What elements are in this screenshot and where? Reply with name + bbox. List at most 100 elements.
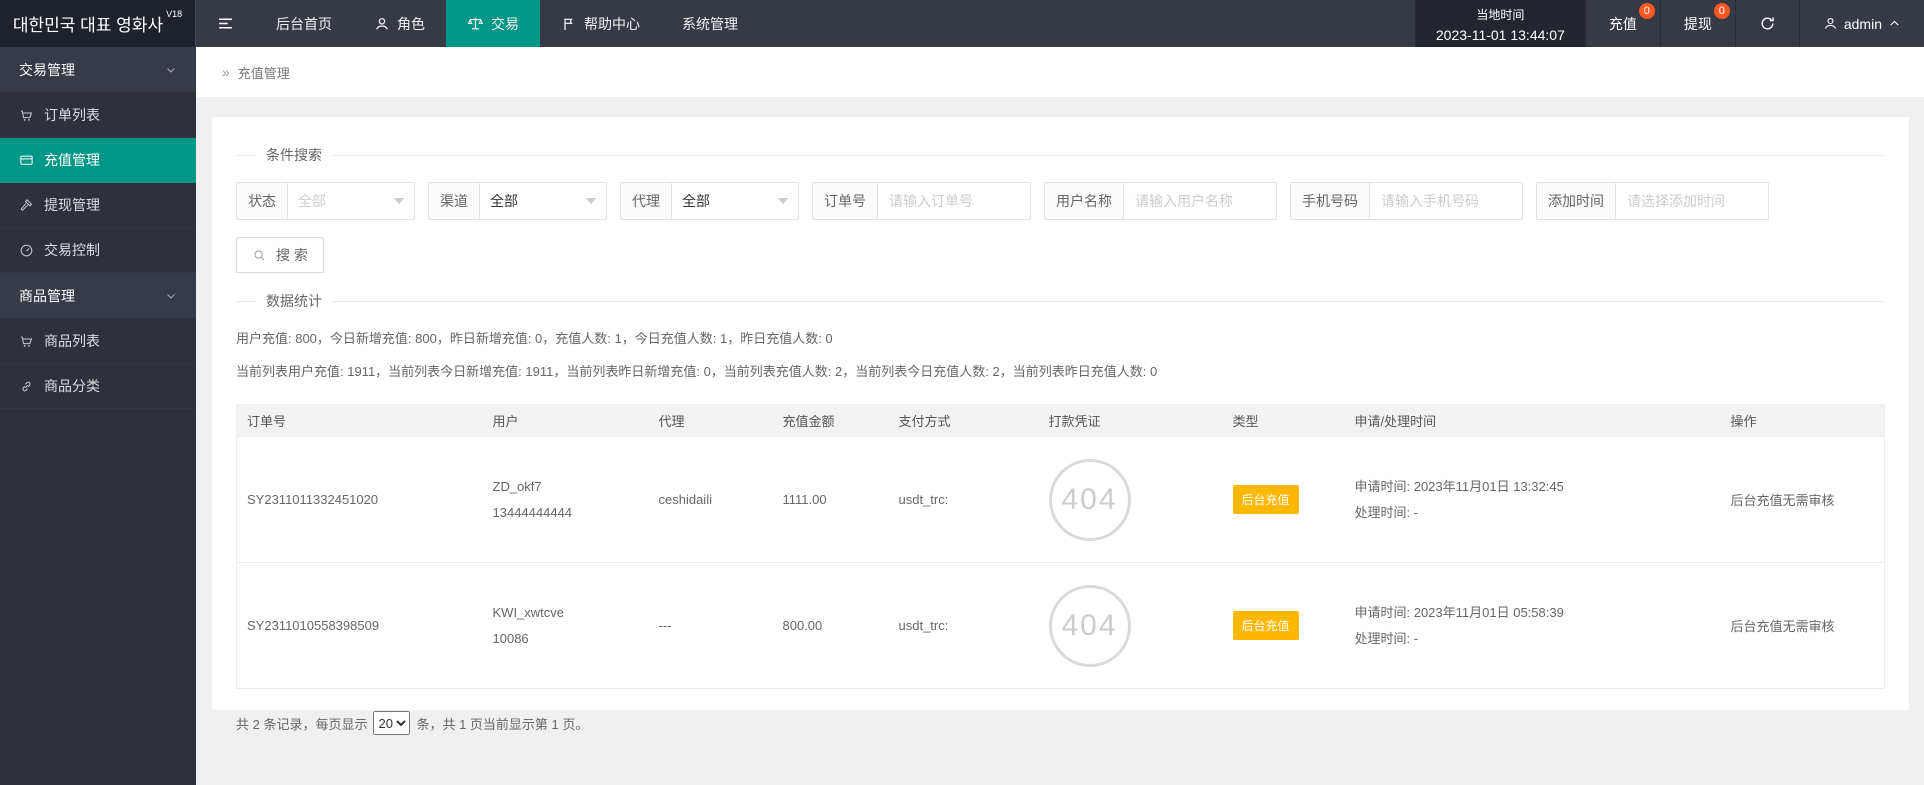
search-fieldset: 条件搜索 xyxy=(236,145,1885,165)
status-select-value: 全部 xyxy=(298,191,326,211)
admin-user-menu[interactable]: admin xyxy=(1799,0,1924,47)
agent-select[interactable]: 全部 xyxy=(672,183,798,219)
apply-time: 申请时间: 2023年11月01日 05:58:39 xyxy=(1355,600,1711,626)
caret-down-icon xyxy=(586,198,596,204)
username-input[interactable] xyxy=(1124,183,1276,219)
sidebar-item-label: 商品列表 xyxy=(44,331,100,351)
col-header-agent: 代理 xyxy=(649,405,773,437)
add-time-label: 添加时间 xyxy=(1537,183,1616,219)
refresh-icon xyxy=(1759,15,1776,32)
process-time: 处理时间: - xyxy=(1355,626,1711,652)
col-header-pay-method: 支付方式 xyxy=(889,405,1039,437)
gauge-icon xyxy=(19,243,34,258)
recharge-card: 条件搜索 状态 全部 渠道 全部 xyxy=(212,117,1909,710)
cell-agent: ceshidaili xyxy=(649,437,773,563)
table-header-row: 订单号 用户 代理 充值金额 支付方式 打款凭证 类型 申请/处理时间 操作 xyxy=(237,405,1885,437)
sidebar-group-products[interactable]: 商品管理 xyxy=(0,273,196,319)
cell-order-no: SY2311011332451020 xyxy=(237,437,483,563)
nav-item-dashboard[interactable]: 后台首页 xyxy=(255,0,353,47)
sidebar-group-label: 商品管理 xyxy=(19,286,75,306)
nav-item-label: 交易 xyxy=(491,14,519,34)
status-label: 状态 xyxy=(237,183,288,219)
recharge-table: 订单号 用户 代理 充值金额 支付方式 打款凭证 类型 申请/处理时间 操作 xyxy=(236,404,1885,689)
withdraw-shortcut-button[interactable]: 提现 0 xyxy=(1660,0,1735,47)
status-select[interactable]: 全部 xyxy=(288,183,414,219)
sidebar-group-trade[interactable]: 交易管理 xyxy=(0,47,196,93)
cell-voucher: 404 xyxy=(1039,437,1223,563)
menu-toggle-button[interactable] xyxy=(196,0,255,47)
sidebar-item-withdraw-management[interactable]: 提现管理 xyxy=(0,183,196,228)
main-area: » 充值管理 条件搜索 状态 全部 xyxy=(196,47,1924,785)
logo-version: V18 xyxy=(166,9,182,19)
top-nav: 后台首页 角色 交易 帮助中心 系统管理 xyxy=(196,0,759,47)
breadcrumb-icon: » xyxy=(222,64,230,80)
col-header-action: 操作 xyxy=(1721,405,1885,437)
filter-row: 状态 全部 渠道 全部 代理 xyxy=(236,182,1885,220)
withdraw-count-badge: 0 xyxy=(1714,3,1730,19)
nav-item-trade[interactable]: 交易 xyxy=(446,0,540,47)
page-size-select[interactable]: 20 xyxy=(373,711,410,735)
page-title: 充值管理 xyxy=(238,63,290,82)
col-header-order-no: 订单号 xyxy=(237,405,483,437)
pagination-prefix: 共 2 条记录，每页显示 xyxy=(236,714,367,733)
recharge-shortcut-button[interactable]: 充值 0 xyxy=(1585,0,1660,47)
cart-icon xyxy=(19,108,34,123)
sidebar-item-product-category[interactable]: 商品分类 xyxy=(0,364,196,409)
recharge-shortcut-label: 充值 xyxy=(1609,14,1637,34)
sidebar-item-label: 提现管理 xyxy=(44,195,100,215)
table-row: SY2311010558398509 KWI_xwtcve 10086 --- … xyxy=(237,563,1885,689)
nav-item-label: 角色 xyxy=(397,14,425,34)
breadcrumb: » 充值管理 xyxy=(196,47,1924,97)
cell-time: 申请时间: 2023年11月01日 13:32:45 处理时间: - xyxy=(1345,437,1721,563)
caret-down-icon xyxy=(778,198,788,204)
sidebar-item-order-list[interactable]: 订单列表 xyxy=(0,93,196,138)
channel-select-group: 渠道 全部 xyxy=(428,182,607,220)
search-button-label: 搜 索 xyxy=(276,245,308,265)
topbar-spacer xyxy=(759,0,1415,47)
username-field-group: 用户名称 xyxy=(1044,182,1277,220)
refresh-button[interactable] xyxy=(1735,0,1799,47)
stats-line-2: 当前列表用户充值: 1911，当前列表今日新增充值: 1911，当前列表昨日新增… xyxy=(236,361,1885,380)
cell-amount: 800.00 xyxy=(773,563,889,689)
agent-label: 代理 xyxy=(621,183,672,219)
nav-item-label: 后台首页 xyxy=(276,14,332,34)
add-time-input[interactable] xyxy=(1616,183,1768,219)
sidebar-item-product-list[interactable]: 商品列表 xyxy=(0,319,196,364)
cell-action: 后台充值无需审核 xyxy=(1721,437,1885,563)
nav-item-help[interactable]: 帮助中心 xyxy=(540,0,661,47)
sidebar-item-recharge-management[interactable]: 充值管理 xyxy=(0,138,196,183)
link-icon xyxy=(19,379,34,394)
pagination: 共 2 条记录，每页显示 20 条，共 1 页当前显示第 1 页。 xyxy=(236,711,1885,735)
recharge-count-badge: 0 xyxy=(1639,3,1655,19)
voucher-404-placeholder: 404 xyxy=(1049,585,1131,667)
process-time: 处理时间: - xyxy=(1355,500,1711,526)
phone-input[interactable] xyxy=(1370,183,1522,219)
cell-pay-method: usdt_trc: xyxy=(889,437,1039,563)
admin-username: admin xyxy=(1844,16,1882,32)
col-header-time: 申请/处理时间 xyxy=(1345,405,1721,437)
card-icon xyxy=(19,153,34,168)
order-no-field-group: 订单号 xyxy=(812,182,1031,220)
content-area: 条件搜索 状态 全部 渠道 全部 xyxy=(196,97,1924,785)
nav-item-system[interactable]: 系统管理 xyxy=(661,0,759,47)
sidebar-group-label: 交易管理 xyxy=(19,60,75,80)
nav-item-roles[interactable]: 角色 xyxy=(353,0,446,47)
cell-amount: 1111.00 xyxy=(773,437,889,563)
hammer-icon xyxy=(19,198,34,213)
channel-select[interactable]: 全部 xyxy=(480,183,606,219)
sidebar-item-trade-control[interactable]: 交易控制 xyxy=(0,228,196,273)
order-no-label: 订单号 xyxy=(813,183,878,219)
stats-fieldset-legend: 数据统计 xyxy=(256,291,332,311)
channel-label: 渠道 xyxy=(429,183,480,219)
search-button[interactable]: 搜 索 xyxy=(236,237,324,273)
logo-text: 대한민국 대표 영화사 xyxy=(13,11,163,36)
cell-voucher: 404 xyxy=(1039,563,1223,689)
search-icon xyxy=(252,248,267,263)
order-no-input[interactable] xyxy=(878,183,1030,219)
col-header-amount: 充值金额 xyxy=(773,405,889,437)
scales-icon xyxy=(467,15,484,32)
nav-item-label: 系统管理 xyxy=(682,14,738,34)
stats-fieldset: 数据统计 xyxy=(236,291,1885,311)
username-label: 用户名称 xyxy=(1045,183,1124,219)
user-phone: 13444444444 xyxy=(493,500,639,526)
